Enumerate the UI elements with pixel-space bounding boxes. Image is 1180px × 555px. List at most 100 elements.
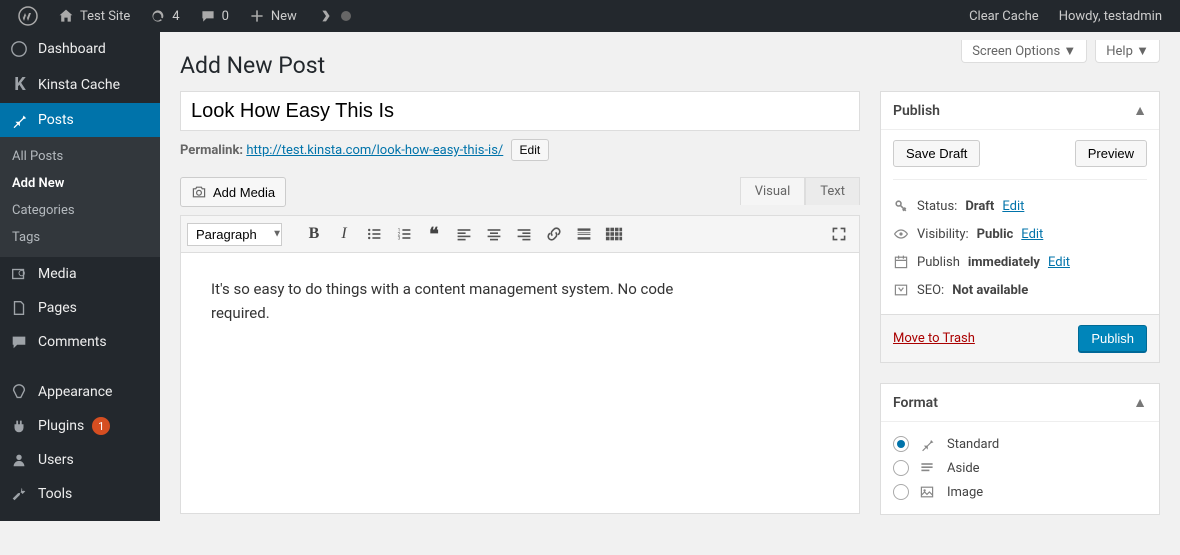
save-draft-button[interactable]: Save Draft <box>893 140 980 167</box>
help-button[interactable]: Help ▼ <box>1095 40 1160 63</box>
comments-icon <box>10 333 30 351</box>
triangle-up-icon: ▲ <box>1133 394 1147 411</box>
edit-status-link[interactable]: Edit <box>1002 199 1024 214</box>
radio-icon <box>893 436 909 452</box>
admin-bar: Test Site 4 0 New Clear Cache Howdy, tes… <box>0 0 1180 32</box>
format-standard[interactable]: Standard <box>893 432 1147 456</box>
sidebar-label: Pages <box>38 300 77 316</box>
format-image[interactable]: Image <box>893 480 1147 504</box>
edit-date-link[interactable]: Edit <box>1048 255 1070 270</box>
sidebar-item-comments[interactable]: Comments <box>0 325 160 359</box>
media-icon <box>10 265 30 283</box>
sidebar-label: Media <box>38 266 77 282</box>
clear-cache-link[interactable]: Clear Cache <box>959 0 1049 32</box>
paragraph-select[interactable]: Paragraph <box>187 223 282 246</box>
sidebar-item-appearance[interactable]: Appearance <box>0 375 160 409</box>
seo-indicator[interactable] <box>307 0 361 32</box>
howdy-link[interactable]: Howdy, testadmin <box>1049 0 1172 32</box>
sidebar-label: Tools <box>38 486 72 502</box>
seo-icon <box>317 7 335 25</box>
users-icon <box>10 451 30 469</box>
numbered-list-button[interactable]: 123 <box>390 220 418 248</box>
sidebar-item-media[interactable]: Media <box>0 257 160 291</box>
align-right-button[interactable] <box>510 220 538 248</box>
fullscreen-button[interactable] <box>825 220 853 248</box>
new-label: New <box>271 9 297 24</box>
sidebar-item-plugins[interactable]: Plugins 1 <box>0 409 160 443</box>
wp-logo[interactable] <box>8 0 48 32</box>
blockquote-button[interactable]: ❝ <box>420 220 448 248</box>
publish-box: Publish ▲ Save Draft Preview Status: Dra… <box>880 91 1160 363</box>
format-aside[interactable]: Aside <box>893 456 1147 480</box>
pin-icon <box>919 436 937 452</box>
format-box-heading[interactable]: Format ▲ <box>881 384 1159 422</box>
sidebar-label: Kinsta Cache <box>38 77 120 93</box>
site-name-label: Test Site <box>80 9 130 24</box>
editor-body[interactable]: It's so easy to do things with a content… <box>181 253 859 513</box>
move-to-trash-link[interactable]: Move to Trash <box>893 331 975 346</box>
seo-small-icon <box>893 282 909 298</box>
publish-button[interactable]: Publish <box>1078 325 1147 352</box>
align-center-button[interactable] <box>480 220 508 248</box>
editor-toolbar: Paragraph B I 123 ❝ <box>181 216 859 253</box>
align-left-button[interactable] <box>450 220 478 248</box>
edit-visibility-link[interactable]: Edit <box>1021 227 1043 242</box>
radio-icon <box>893 484 909 500</box>
site-name-link[interactable]: Test Site <box>48 0 140 32</box>
permalink-row: Permalink: http://test.kinsta.com/look-h… <box>180 139 860 161</box>
screen-options-button[interactable]: Screen Options ▼ <box>961 40 1087 63</box>
posts-submenu: All Posts Add New Categories Tags <box>0 137 160 257</box>
kinsta-icon: K <box>10 74 30 95</box>
status-row: Status: Draft Edit <box>893 192 1147 220</box>
plus-icon <box>249 8 265 24</box>
sidebar-item-tools[interactable]: Tools <box>0 477 160 511</box>
edit-permalink-button[interactable]: Edit <box>511 139 550 161</box>
appearance-icon <box>10 383 30 401</box>
pages-icon <box>10 299 30 317</box>
svg-text:3: 3 <box>398 236 401 242</box>
link-button[interactable] <box>540 220 568 248</box>
image-icon <box>919 484 937 500</box>
visibility-row: Visibility: Public Edit <box>893 220 1147 248</box>
submenu-all-posts[interactable]: All Posts <box>0 143 160 170</box>
submenu-tags[interactable]: Tags <box>0 224 160 251</box>
radio-icon <box>893 460 909 476</box>
italic-button[interactable]: I <box>330 220 358 248</box>
visual-tab[interactable]: Visual <box>740 177 806 205</box>
sidebar-item-pages[interactable]: Pages <box>0 291 160 325</box>
sidebar-item-dashboard[interactable]: Dashboard <box>0 32 160 66</box>
post-title-input[interactable] <box>180 91 860 131</box>
main-content: Screen Options ▼ Help ▼ Add New Post Per… <box>160 32 1180 555</box>
calendar-icon <box>893 254 909 270</box>
seo-row: SEO: Not available <box>893 276 1147 304</box>
preview-button[interactable]: Preview <box>1075 140 1147 167</box>
editor-paragraph: It's so easy to do things with a content… <box>211 277 731 325</box>
editor-container: Paragraph B I 123 ❝ It's so easy <box>180 215 860 514</box>
home-icon <box>58 8 74 24</box>
sidebar-label: Appearance <box>38 384 112 400</box>
comments-link[interactable]: 0 <box>190 0 239 32</box>
add-media-button[interactable]: Add Media <box>180 177 286 207</box>
updates-link[interactable]: 4 <box>140 0 189 32</box>
submenu-add-new[interactable]: Add New <box>0 170 160 197</box>
permalink-label: Permalink: <box>180 143 243 158</box>
new-content-link[interactable]: New <box>239 0 307 32</box>
submenu-categories[interactable]: Categories <box>0 197 160 224</box>
sidebar-item-kinsta[interactable]: K Kinsta Cache <box>0 66 160 103</box>
permalink-link[interactable]: http://test.kinsta.com/look-how-easy-thi… <box>246 143 503 158</box>
read-more-button[interactable] <box>570 220 598 248</box>
format-box: Format ▲ Standard Aside <box>880 383 1160 515</box>
toolbar-toggle-button[interactable] <box>600 220 628 248</box>
wordpress-icon <box>18 6 38 26</box>
admin-sidebar: Dashboard K Kinsta Cache Posts All Posts… <box>0 32 160 521</box>
updates-count: 4 <box>172 9 179 24</box>
publish-box-heading[interactable]: Publish ▲ <box>881 92 1159 130</box>
bold-button[interactable]: B <box>300 220 328 248</box>
sidebar-item-posts[interactable]: Posts <box>0 103 160 137</box>
dashboard-icon <box>10 40 30 58</box>
sidebar-item-users[interactable]: Users <box>0 443 160 477</box>
sidebar-label: Dashboard <box>38 41 106 57</box>
plugins-icon <box>10 417 30 435</box>
bullet-list-button[interactable] <box>360 220 388 248</box>
text-tab[interactable]: Text <box>805 177 860 205</box>
